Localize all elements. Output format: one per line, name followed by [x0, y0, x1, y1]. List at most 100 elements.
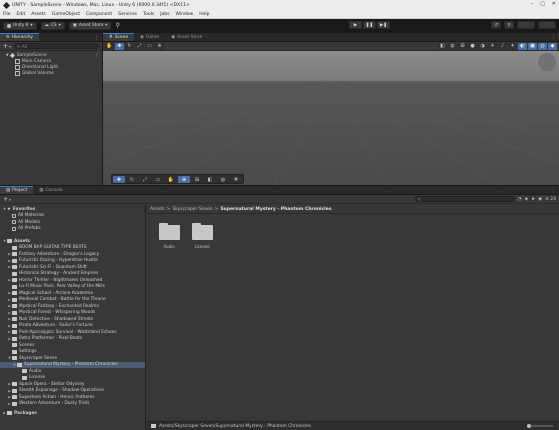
snap-icon[interactable]: ⊞: [458, 42, 467, 50]
list-icon: ≡: [6, 35, 10, 40]
hierarchy-search-input[interactable]: ⚲ All: [14, 43, 99, 49]
filter-label-icon[interactable]: ◈: [525, 197, 528, 202]
hand-tool-icon[interactable]: ✋: [165, 176, 177, 183]
more-icon[interactable]: ⋮: [551, 188, 556, 194]
transform-tool-icon[interactable]: ⊕: [178, 176, 190, 183]
layout-button[interactable]: [538, 21, 556, 29]
pivot-toggle-icon[interactable]: ◧: [204, 176, 216, 183]
gamepad-icon: ◉: [140, 34, 144, 40]
menu-help[interactable]: Help: [199, 12, 209, 17]
gizmos-icon[interactable]: ◎: [538, 42, 547, 50]
project-panel: ▤ Project ▦ Console ⋮ + ▾ ⚲ ◔ ◈ ★ ◉ ⊘ 24…: [0, 186, 559, 430]
draw-mode-icon[interactable]: ●: [468, 42, 477, 50]
more-icon[interactable]: ⋮: [94, 35, 99, 41]
zoom-slider-handle[interactable]: [527, 424, 531, 428]
breadcrumb-current[interactable]: Supernatural Mystery - Phantom Chronicle…: [220, 207, 331, 212]
camera-icon[interactable]: ▣: [528, 42, 537, 50]
tab-hierarchy[interactable]: ≡ Hierarchy: [0, 33, 39, 41]
scene-tabs: # Scene ◉ Game ▣ Asset Store ⋮: [103, 33, 559, 42]
menu-edit[interactable]: Edit: [17, 12, 26, 17]
eye-icon[interactable]: ◉: [538, 197, 542, 202]
tab-asset-store[interactable]: ▣ Asset Store: [165, 33, 209, 41]
global-toggle-icon[interactable]: ◍: [448, 42, 457, 50]
folder-icon: [22, 375, 27, 380]
menu-jobs[interactable]: Jobs: [160, 12, 169, 17]
rect-tool-icon[interactable]: ▭: [145, 42, 154, 50]
filter-type-icon[interactable]: ◔: [518, 197, 522, 202]
tab-scene[interactable]: # Scene: [103, 33, 135, 41]
menu-component[interactable]: Component: [86, 12, 112, 17]
add-icon[interactable]: +: [3, 43, 8, 50]
folder-label: Futuristic Racing - Hyperdrive Hustle: [19, 258, 98, 264]
search-icon[interactable]: ⚲: [504, 21, 514, 29]
folder-item[interactable]: License: [189, 223, 215, 249]
orientation-gizmo[interactable]: [538, 53, 556, 71]
cloud-button[interactable]: ☁ CS ▾: [40, 21, 65, 30]
hierarchy-item[interactable]: Global Volume: [0, 70, 102, 76]
maximize-button[interactable]: ▢: [540, 1, 545, 7]
play-button[interactable]: ▶: [349, 21, 362, 29]
more-icon[interactable]: ⋮: [551, 35, 556, 41]
asset-store-button[interactable]: ▣ Asset Store ▾: [68, 21, 112, 30]
effects-icon[interactable]: ✦: [508, 42, 517, 50]
menu-gameobject[interactable]: GameObject: [52, 12, 80, 17]
project-search-input[interactable]: ⚲: [414, 196, 515, 202]
favorite-item-label: All Materials: [18, 213, 45, 219]
move-tool-icon[interactable]: ✥: [115, 42, 124, 50]
scale-tool-icon[interactable]: ⤢: [135, 42, 144, 50]
menu-tools[interactable]: Tools: [143, 12, 154, 17]
chevron-down-icon[interactable]: ▾: [9, 197, 11, 202]
audio-icon[interactable]: ♪: [498, 42, 507, 50]
menu-assets[interactable]: Assets: [31, 12, 46, 17]
layers-icon[interactable]: ◆: [548, 42, 557, 50]
snap-icon[interactable]: ⊞: [191, 176, 203, 183]
grid-icon[interactable]: #: [230, 176, 242, 183]
expand-arrow-icon[interactable]: ▼: [6, 53, 9, 57]
minimize-button[interactable]: –: [531, 1, 534, 7]
scene-viewport[interactable]: [103, 51, 559, 185]
folder-icon: [22, 369, 27, 374]
folder-icon: [12, 343, 17, 348]
step-button[interactable]: ▶❚: [377, 21, 390, 29]
zoom-slider[interactable]: [527, 424, 553, 428]
pivot-toggle-icon[interactable]: ◧: [438, 42, 447, 50]
tab-project[interactable]: ▤ Project: [0, 186, 34, 194]
view-2d-icon[interactable]: ◑: [478, 42, 487, 50]
menu-file[interactable]: File: [3, 12, 11, 17]
more-icon[interactable]: ⋮: [95, 53, 99, 58]
menu-window[interactable]: Window: [175, 12, 193, 17]
folder-item[interactable]: Audio: [156, 223, 182, 249]
breadcrumb-item[interactable]: Assets: [150, 207, 165, 212]
folder-icon: [12, 265, 17, 270]
lighting-icon[interactable]: ☀: [488, 42, 497, 50]
layers-button[interactable]: [517, 21, 535, 29]
folder-icon: [12, 330, 17, 335]
folder-label: Superhero Action - Heroic Anthems: [19, 394, 95, 400]
menu-services[interactable]: Services: [118, 12, 137, 17]
move-tool-icon[interactable]: ✥: [113, 176, 125, 183]
search-icon[interactable]: ⚲: [115, 22, 119, 29]
chevron-down-icon[interactable]: ▾: [9, 44, 11, 49]
rotate-tool-icon[interactable]: ↻: [126, 176, 138, 183]
favorite-star-icon[interactable]: ★: [531, 197, 535, 202]
packages-row[interactable]: ▶ Packages: [0, 410, 145, 417]
global-toggle-icon[interactable]: ◍: [217, 176, 229, 183]
add-icon[interactable]: +: [3, 196, 8, 203]
scale-tool-icon[interactable]: ⤢: [139, 176, 151, 183]
pause-button[interactable]: ❚❚: [363, 21, 376, 29]
hand-tool-icon[interactable]: ✋: [105, 42, 114, 50]
folder-icon: [12, 388, 17, 393]
count-badge: ⊘ 24: [545, 197, 556, 202]
rect-tool-icon[interactable]: ▭: [152, 176, 164, 183]
tab-game[interactable]: ◉ Game: [134, 33, 165, 41]
close-button[interactable]: ✕: [552, 1, 556, 7]
breadcrumb-item[interactable]: Skyscraper Seven: [172, 207, 212, 212]
folder-icon: [7, 411, 12, 416]
history-icon[interactable]: ↺: [491, 21, 501, 29]
transform-tool-icon[interactable]: ⊕: [155, 42, 164, 50]
hierarchy-item-label: Global Volume: [22, 70, 54, 76]
hidden-objects-icon[interactable]: ◐: [518, 42, 527, 50]
account-button[interactable]: Unity 6 ▾: [3, 21, 37, 30]
tab-console[interactable]: ▦ Console: [33, 186, 69, 194]
rotate-tool-icon[interactable]: ↻: [125, 42, 134, 50]
